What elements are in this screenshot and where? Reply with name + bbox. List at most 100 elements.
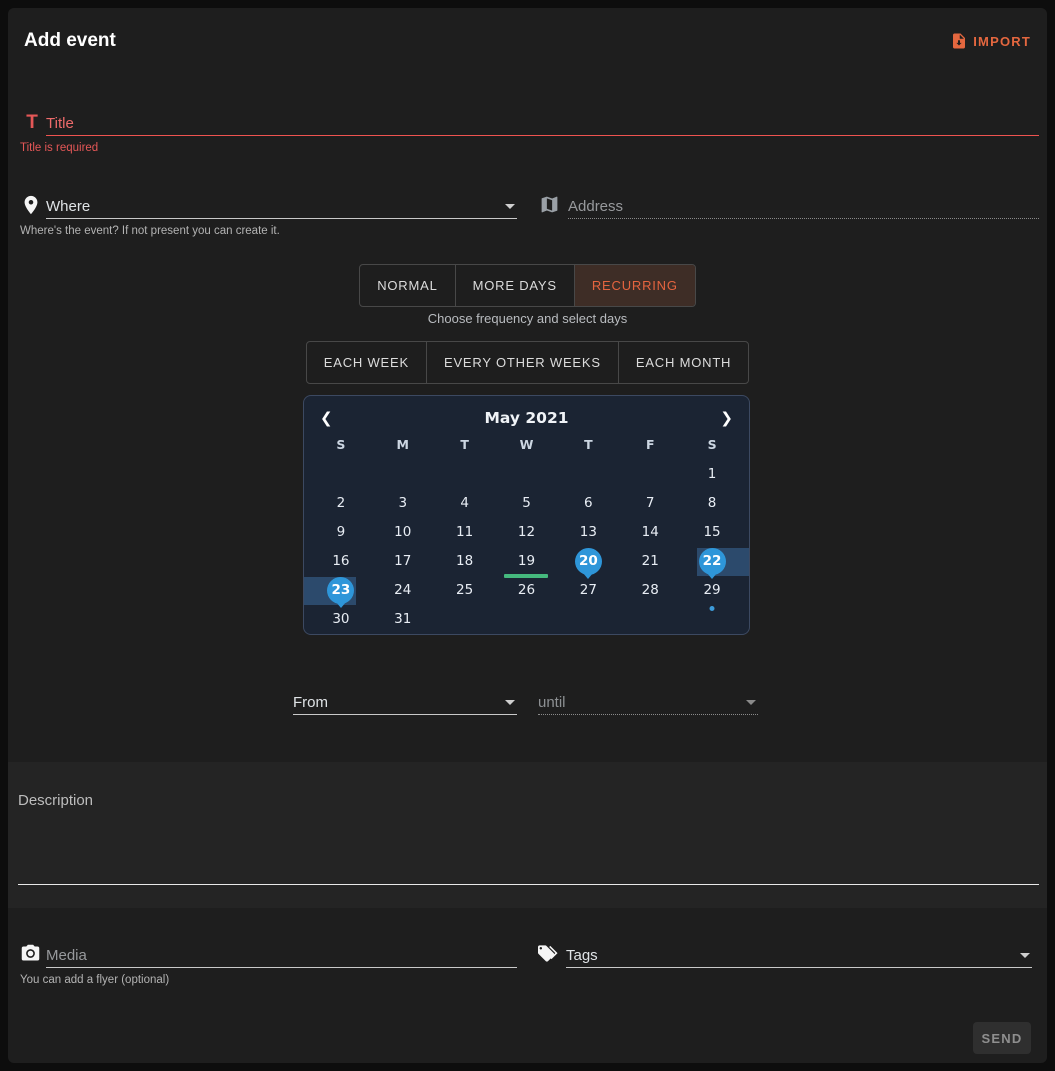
calendar-day-27[interactable]: 27 bbox=[557, 576, 619, 605]
calendar-next-button[interactable]: ❯ bbox=[720, 411, 733, 426]
day-header: T bbox=[557, 437, 619, 452]
tab-normal[interactable]: NORMAL bbox=[360, 265, 454, 306]
day-number: 20 bbox=[575, 548, 602, 575]
calendar-day-23[interactable]: 23 bbox=[310, 576, 372, 605]
mode-tabs: NORMALMORE DAYSRECURRING bbox=[359, 264, 696, 307]
day-number: 10 bbox=[389, 519, 416, 546]
chevron-down-icon bbox=[505, 204, 515, 209]
day-number: 18 bbox=[451, 548, 478, 575]
calendar-day-17[interactable]: 17 bbox=[372, 547, 434, 576]
calendar-day-16[interactable]: 16 bbox=[310, 547, 372, 576]
day-header: S bbox=[681, 437, 743, 452]
calendar-day-19[interactable]: 19 bbox=[496, 547, 558, 576]
calendar-day-5[interactable]: 5 bbox=[496, 489, 558, 518]
calendar-day-3[interactable]: 3 bbox=[372, 489, 434, 518]
media-field: You can add a flyer (optional) bbox=[20, 943, 517, 986]
calendar-day-29[interactable]: 29 bbox=[681, 576, 743, 605]
calendar-day-14[interactable]: 14 bbox=[619, 518, 681, 547]
tags-icon bbox=[538, 943, 562, 967]
from-select[interactable]: From bbox=[293, 690, 517, 715]
calendar-week-row: 23 2425 26 27 28 29 bbox=[310, 576, 743, 605]
title-field: T Title is required bbox=[20, 111, 1039, 154]
calendar-week-row: 1 bbox=[310, 460, 743, 489]
import-label: IMPORT bbox=[973, 34, 1031, 49]
title-error: Title is required bbox=[20, 142, 1039, 154]
day-number: 17 bbox=[389, 548, 416, 575]
calendar-day-21[interactable]: 21 bbox=[619, 547, 681, 576]
calendar-day-10[interactable]: 10 bbox=[372, 518, 434, 547]
until-placeholder: until bbox=[538, 694, 746, 711]
from-placeholder: From bbox=[293, 694, 505, 711]
calendar-day-15[interactable]: 15 bbox=[681, 518, 743, 547]
day-number: 29 bbox=[699, 577, 726, 604]
tags-select[interactable]: Tags bbox=[566, 943, 1032, 968]
camera-icon bbox=[20, 943, 44, 967]
calendar-day-30[interactable]: 30 bbox=[310, 605, 372, 634]
day-number: 30 bbox=[327, 606, 354, 633]
calendar-day-25[interactable]: 25 bbox=[434, 576, 496, 605]
empty-cell bbox=[557, 460, 619, 489]
calendar-day-7[interactable]: 7 bbox=[619, 489, 681, 518]
until-field: until bbox=[538, 690, 758, 715]
where-placeholder: Where bbox=[46, 198, 505, 215]
calendar-day-1[interactable]: 1 bbox=[681, 460, 743, 489]
day-number: 26 bbox=[513, 577, 540, 604]
media-input[interactable] bbox=[46, 947, 517, 964]
calendar: ❮ May 2021 ❯ SMTWTFS 1234567891011121314… bbox=[303, 395, 750, 635]
send-button[interactable]: SEND bbox=[973, 1022, 1031, 1054]
title-input[interactable] bbox=[46, 115, 1039, 132]
calendar-day-22[interactable]: 22 bbox=[681, 547, 743, 576]
calendar-day-11[interactable]: 11 bbox=[434, 518, 496, 547]
empty-cell bbox=[434, 605, 496, 634]
calendar-day-28[interactable]: 28 bbox=[619, 576, 681, 605]
map-icon bbox=[539, 194, 563, 218]
day-header: M bbox=[372, 437, 434, 452]
add-event-dialog: Add event IMPORT T Title is required Whe… bbox=[8, 8, 1047, 1063]
calendar-week-row: 16 17 18 19 20 21 22 bbox=[310, 547, 743, 576]
day-number: 15 bbox=[699, 519, 726, 546]
calendar-week-row: 9 10 11 121314 15 bbox=[310, 518, 743, 547]
calendar-day-12[interactable]: 12 bbox=[496, 518, 558, 547]
address-input[interactable] bbox=[568, 198, 1039, 215]
calendar-day-24[interactable]: 24 bbox=[372, 576, 434, 605]
day-number: 31 bbox=[389, 606, 416, 633]
frequency-each-month[interactable]: EACH MONTH bbox=[618, 342, 748, 383]
calendar-day-8[interactable]: 8 bbox=[681, 489, 743, 518]
calendar-day-6[interactable]: 6 bbox=[557, 489, 619, 518]
day-number: 28 bbox=[637, 577, 664, 604]
calendar-day-2[interactable]: 2 bbox=[310, 489, 372, 518]
day-number: 27 bbox=[575, 577, 602, 604]
empty-cell bbox=[557, 605, 619, 634]
where-select[interactable]: Where bbox=[46, 194, 517, 219]
where-helper: Where's the event? If not present you ca… bbox=[20, 225, 517, 237]
empty-cell bbox=[619, 460, 681, 489]
file-import-icon bbox=[950, 32, 968, 50]
calendar-day-31[interactable]: 31 bbox=[372, 605, 434, 634]
calendar-day-26[interactable]: 26 bbox=[496, 576, 558, 605]
calendar-day-4[interactable]: 4 bbox=[434, 489, 496, 518]
until-select[interactable]: until bbox=[538, 690, 758, 715]
calendar-day-13[interactable]: 13 bbox=[557, 518, 619, 547]
media-helper: You can add a flyer (optional) bbox=[20, 974, 517, 986]
calendar-week-row: 2345678 bbox=[310, 489, 743, 518]
calendar-grid: 1234567891011121314151617181920212223242… bbox=[310, 460, 743, 634]
calendar-prev-button[interactable]: ❮ bbox=[320, 411, 333, 426]
day-number: 22 bbox=[699, 548, 726, 575]
chevron-down-icon bbox=[505, 700, 515, 705]
frequency-options: EACH WEEKEVERY OTHER WEEKSEACH MONTH bbox=[306, 341, 750, 384]
tab-more-days[interactable]: MORE DAYS bbox=[455, 265, 574, 306]
import-button[interactable]: IMPORT bbox=[950, 32, 1031, 50]
day-header: T bbox=[434, 437, 496, 452]
day-number: 11 bbox=[451, 519, 478, 546]
frequency-every-other-weeks[interactable]: EVERY OTHER WEEKS bbox=[426, 342, 618, 383]
day-number: 23 bbox=[327, 577, 354, 604]
day-number: 4 bbox=[451, 490, 478, 517]
calendar-day-20[interactable]: 20 bbox=[557, 547, 619, 576]
tab-recurring[interactable]: RECURRING bbox=[574, 265, 695, 306]
calendar-day-18[interactable]: 18 bbox=[434, 547, 496, 576]
description-input[interactable] bbox=[18, 762, 1039, 885]
title-icon: T bbox=[20, 111, 44, 135]
frequency-each-week[interactable]: EACH WEEK bbox=[307, 342, 426, 383]
day-number: 21 bbox=[637, 548, 664, 575]
calendar-day-9[interactable]: 9 bbox=[310, 518, 372, 547]
